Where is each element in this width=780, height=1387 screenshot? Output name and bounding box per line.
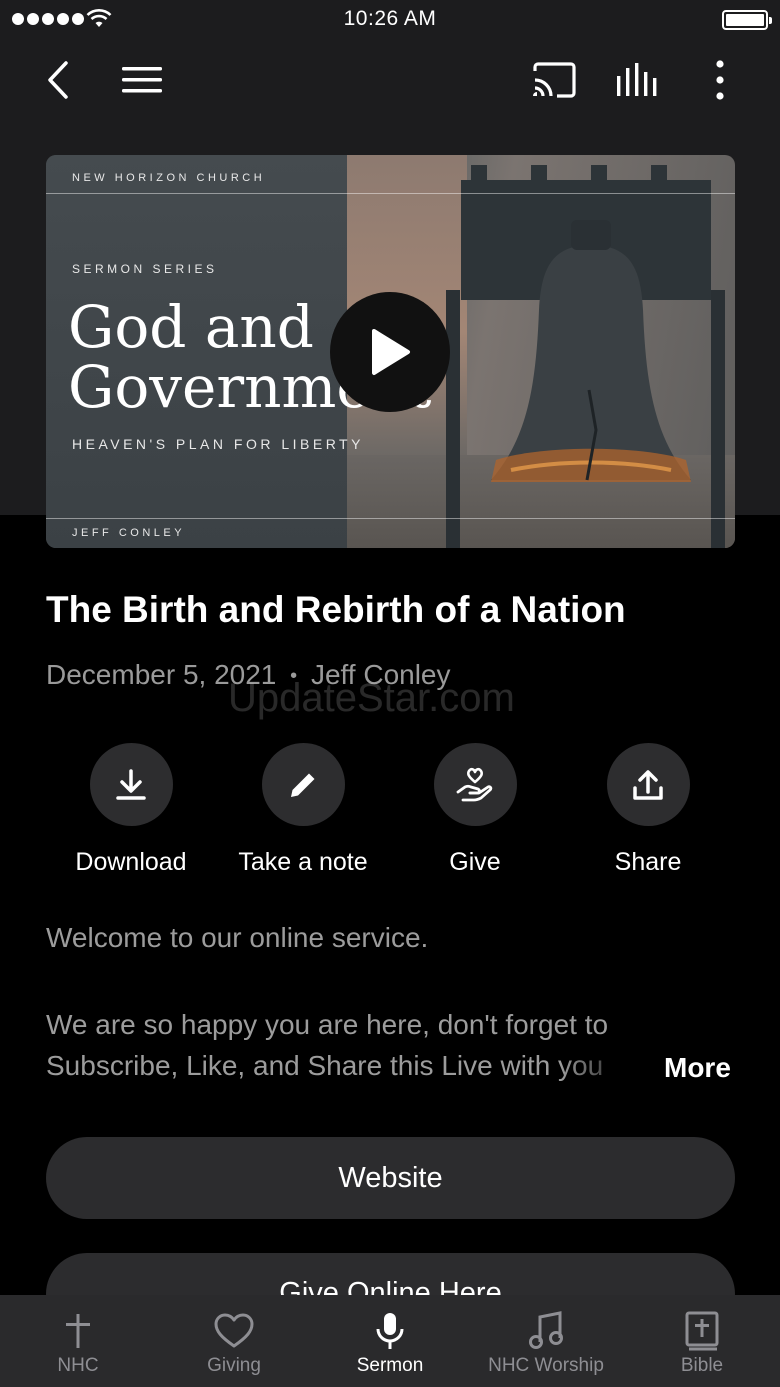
more-link[interactable]: More <box>664 1052 731 1084</box>
liberty-bell-image <box>446 165 725 548</box>
music-note-icon <box>524 1309 568 1353</box>
download-icon <box>116 768 146 800</box>
description-line-3: Subscribe, Like, and Share this Live wit… <box>46 1050 604 1081</box>
description-line-2: We are so happy you are here, don't forg… <box>46 1009 609 1040</box>
tab-nhc[interactable]: NHC <box>0 1295 156 1387</box>
heart-icon <box>212 1309 256 1353</box>
download-label: Download <box>75 848 187 876</box>
divider-bottom <box>46 518 735 519</box>
tab-giving-label: Giving <box>207 1355 261 1376</box>
share-icon <box>633 769 663 800</box>
description-line-3-wrapper: Subscribe, Like, and Share this Live wit… <box>46 1050 646 1090</box>
tab-giving[interactable]: Giving <box>156 1295 312 1387</box>
take-note-button[interactable]: Take a note <box>218 743 388 877</box>
tab-nhc-label: NHC <box>57 1355 99 1376</box>
microphone-icon <box>368 1309 412 1353</box>
cross-icon <box>56 1309 100 1353</box>
download-circle <box>89 743 173 826</box>
church-name: NEW HORIZON CHURCH <box>72 172 266 184</box>
back-chevron-icon <box>48 61 68 99</box>
description-fade <box>560 1050 655 1090</box>
status-bar: 10:26 AM <box>0 0 780 40</box>
status-time: 10:26 AM <box>343 7 437 30</box>
cast-icon <box>533 62 576 98</box>
give-button[interactable]: Give <box>390 743 560 877</box>
share-circle <box>606 743 690 826</box>
tab-sermon[interactable]: Sermon <box>312 1295 468 1387</box>
more-options-button[interactable] <box>696 56 744 104</box>
description-line-1: Welcome to our online service. <box>46 922 429 953</box>
tab-bible-label: Bible <box>680 1355 724 1376</box>
play-button[interactable] <box>330 292 450 412</box>
cast-button[interactable] <box>530 56 578 104</box>
note-circle <box>261 743 345 826</box>
menu-icon <box>122 67 162 93</box>
take-note-label: Take a note <box>238 848 368 876</box>
more-vertical-icon <box>716 60 724 100</box>
tab-nhc-worship[interactable]: NHC Worship <box>468 1295 624 1387</box>
give-label: Give <box>449 848 501 876</box>
series-label: SERMON SERIES <box>72 262 218 276</box>
sermon-title: The Birth and Rebirth of a Nation <box>46 589 626 630</box>
tab-bar: NHC Giving Sermon NHC Worship Bible <box>0 1295 780 1387</box>
give-circle <box>433 743 517 826</box>
download-button[interactable]: Download <box>46 743 216 877</box>
bible-icon <box>680 1309 724 1353</box>
menu-button[interactable] <box>118 56 166 104</box>
tab-bible[interactable]: Bible <box>624 1295 780 1387</box>
website-button[interactable]: Website <box>46 1137 735 1219</box>
tab-sermon-label: Sermon <box>356 1355 424 1376</box>
divider-top <box>46 193 735 194</box>
series-subtitle: HEAVEN'S PLAN FOR LIBERTY <box>72 436 364 452</box>
share-button[interactable]: Share <box>563 743 733 877</box>
back-button[interactable] <box>34 56 82 104</box>
battery-icon <box>722 10 772 30</box>
watermark: UpdateStar.com <box>228 676 515 720</box>
artwork-speaker: JEFF CONLEY <box>72 527 186 539</box>
tab-nhc-worship-label: NHC Worship <box>488 1355 604 1376</box>
play-icon <box>372 329 410 375</box>
audio-button[interactable] <box>613 56 661 104</box>
share-label: Share <box>614 848 682 876</box>
audio-bars-icon <box>617 63 657 96</box>
pencil-icon <box>291 773 315 797</box>
hand-heart-icon <box>456 767 493 801</box>
